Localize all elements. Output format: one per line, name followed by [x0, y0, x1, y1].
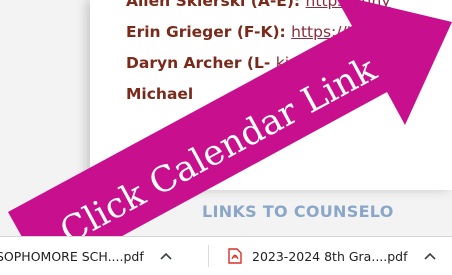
counselor-name: Allen Sklerski (A-E):: [126, 0, 301, 10]
divider: [208, 245, 209, 267]
counselor-name: Daryn Archer (L-: [126, 54, 271, 72]
download-filename: 2023-2024 8th Gra....pdf: [252, 248, 408, 264]
chevron-up-icon[interactable]: [423, 252, 436, 260]
pdf-icon: [228, 248, 242, 264]
chevron-up-icon[interactable]: [160, 252, 172, 260]
download-item[interactable]: SOPHOMORE SCH....pdf: [0, 237, 172, 275]
download-bar: SOPHOMORE SCH....pdf 2023-2024 8th Gra..…: [0, 236, 452, 275]
download-item[interactable]: 2023-2024 8th Gra....pdf: [228, 237, 436, 275]
links-heading: LINKS TO COUNSELO: [202, 202, 394, 221]
download-filename: SOPHOMORE SCH....pdf: [0, 248, 144, 264]
counselor-name: Erin Grieger (F-K):: [126, 23, 286, 41]
counselor-name: Michael: [126, 85, 194, 103]
